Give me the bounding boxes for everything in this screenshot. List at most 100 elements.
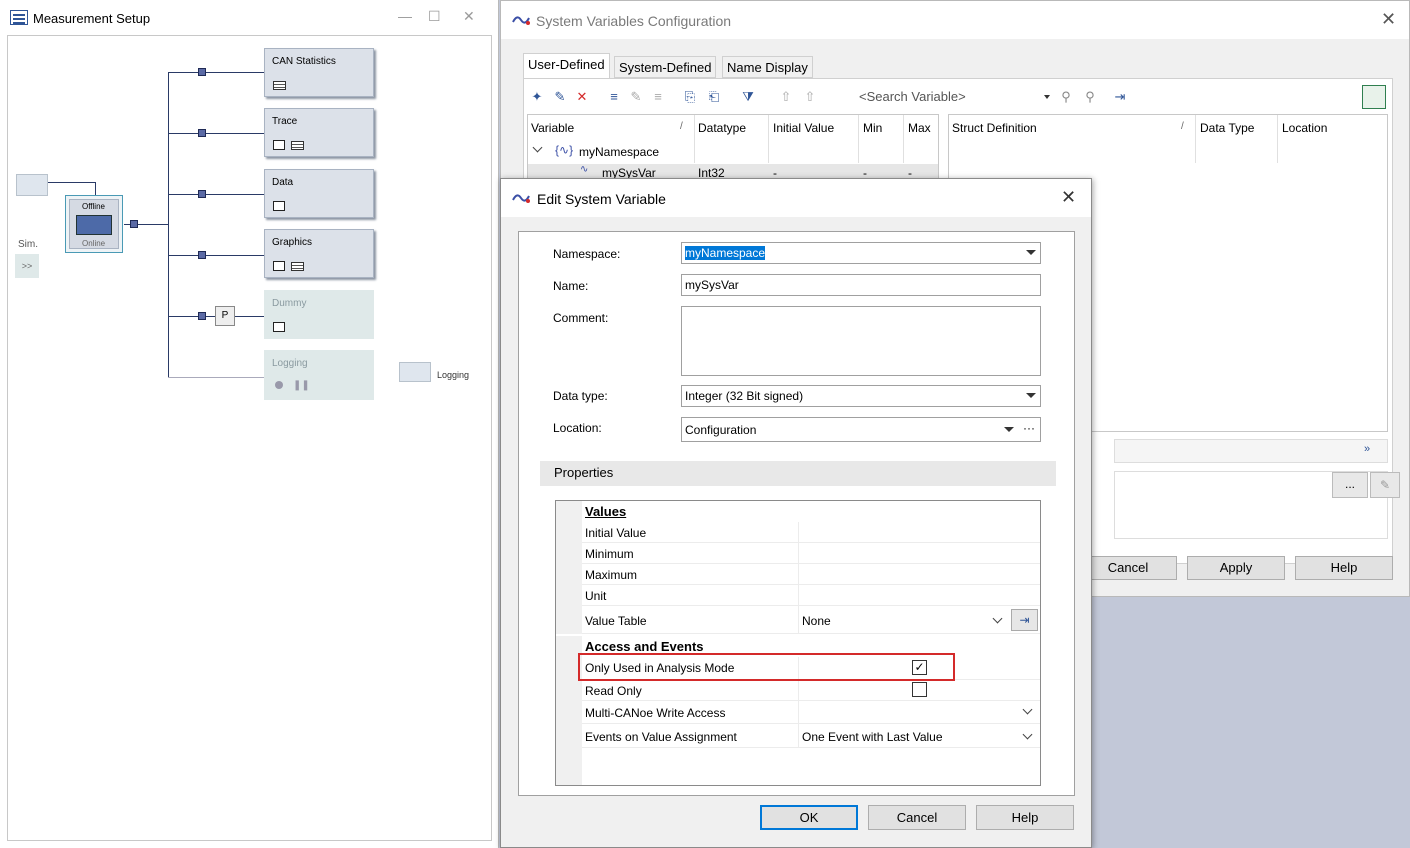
block-dummy[interactable]: Dummy [264, 290, 374, 339]
new-variable-icon[interactable]: ✦ [529, 89, 545, 105]
branch-node[interactable] [198, 190, 206, 198]
name-input[interactable]: mySysVar [681, 274, 1041, 296]
block-logging[interactable]: Logging ❚❚ [264, 350, 374, 400]
cancel-button[interactable]: Cancel [868, 805, 966, 830]
namespace-icon: {∿} [555, 143, 574, 157]
close-icon[interactable]: ✕ [463, 8, 475, 25]
location-more-button[interactable]: ··· [1023, 421, 1035, 435]
tab-user-defined[interactable]: User-Defined [523, 53, 610, 78]
chevron-down-icon[interactable] [992, 613, 1003, 624]
namespace-select[interactable]: myNamespace [681, 242, 1041, 264]
edit-struct-icon[interactable]: ✎ [628, 89, 644, 105]
properties-header: Properties [540, 461, 1056, 486]
property-grid[interactable]: Values Initial Value Minimum Maximum Uni… [555, 500, 1041, 786]
location-select[interactable]: Configuration ··· [681, 417, 1041, 442]
col-location[interactable]: Location [1282, 121, 1327, 135]
sysvar-wave-icon: ∿ [580, 164, 589, 175]
move-down-icon[interactable]: ⇧ [802, 89, 818, 105]
chevron-down-icon[interactable] [1022, 729, 1033, 740]
col-separator [768, 115, 769, 163]
value-table-goto-icon[interactable]: ⇥ [1011, 609, 1038, 631]
expand-icon[interactable] [532, 142, 543, 153]
import-icon[interactable]: ⎗ [706, 89, 722, 105]
col-max[interactable]: Max [908, 121, 931, 135]
goto-icon[interactable]: ⇥ [1112, 89, 1128, 105]
offline-online-switch[interactable]: Offline Online [65, 195, 123, 253]
delete-struct-icon[interactable]: ≡ [650, 89, 666, 105]
col-data-type[interactable]: Data Type [1200, 121, 1254, 135]
close-icon[interactable]: ✕ [1061, 187, 1076, 208]
export-icon[interactable]: ⎘ [682, 89, 698, 105]
block-graphics[interactable]: Graphics [264, 229, 374, 278]
form-frame: Namespace: myNamespace Name: mySysVar Co… [518, 231, 1075, 796]
col-initial-value[interactable]: Initial Value [773, 121, 834, 135]
find-icon[interactable]: ⚲ [1058, 89, 1074, 105]
bus-line [168, 72, 169, 378]
close-icon[interactable]: ✕ [1381, 9, 1396, 30]
collapse-icon[interactable]: » [1364, 443, 1370, 455]
category-label: Access and Events [585, 639, 704, 654]
prop-events-value-assignment[interactable]: Events on Value Assignment One Event wit… [556, 724, 1040, 748]
sim-button[interactable]: >> [15, 254, 39, 278]
ok-button[interactable]: OK [760, 805, 858, 830]
chevron-down-icon[interactable] [1022, 704, 1033, 715]
edit-variable-icon[interactable]: ✎ [552, 89, 568, 105]
switch-icon [76, 215, 112, 235]
logging-target-label: Logging [437, 370, 470, 380]
measurement-canvas[interactable]: P CAN Statistics Trace Data Graphics Dum… [7, 35, 492, 841]
prop-minimum[interactable]: Minimum [556, 543, 1040, 564]
block-can-statistics[interactable]: CAN Statistics [264, 48, 374, 97]
datatype-select[interactable]: Integer (32 Bit signed) [681, 385, 1041, 407]
branch-line [168, 255, 264, 256]
help-button[interactable]: Help [1295, 556, 1393, 580]
branch-node[interactable] [198, 312, 206, 320]
layout-toggle-icon[interactable] [1362, 85, 1386, 109]
col-variable[interactable]: Variable [531, 121, 574, 135]
filter-icon[interactable]: ⧩ [740, 89, 756, 105]
prop-initial-value[interactable]: Initial Value [556, 522, 1040, 543]
apply-button[interactable]: Apply [1187, 556, 1285, 580]
maximize-icon[interactable]: ☐ [428, 8, 441, 25]
col-min[interactable]: Min [863, 121, 882, 135]
search-dropdown-icon[interactable] [1044, 95, 1050, 99]
prop-read-only[interactable]: Read Only [556, 680, 1040, 701]
ellipsis-button[interactable]: ... [1332, 472, 1368, 498]
sysvar-wave-icon [512, 194, 530, 203]
branch-node[interactable] [198, 68, 206, 76]
comment-label: Comment: [553, 311, 609, 325]
tab-system-defined[interactable]: System-Defined [614, 56, 717, 78]
block-data[interactable]: Data [264, 169, 374, 218]
tree-namespace[interactable]: myNamespace [579, 145, 659, 159]
category-label: Values [585, 504, 627, 519]
help-button[interactable]: Help [976, 805, 1074, 830]
grid-margin [556, 748, 582, 785]
col-struct-definition[interactable]: Struct Definition [952, 121, 1037, 135]
move-up-icon[interactable]: ⇧ [778, 89, 794, 105]
find-clear-icon[interactable]: ⚲ [1082, 89, 1098, 105]
prop-unit[interactable]: Unit [556, 585, 1040, 606]
col-separator [1277, 115, 1278, 163]
branch-node[interactable] [198, 251, 206, 259]
p-block[interactable]: P [215, 306, 235, 326]
search-input[interactable]: <Search Variable> [856, 87, 1051, 107]
bus-node[interactable] [130, 220, 138, 228]
tab-name-display[interactable]: Name Display [722, 56, 813, 78]
read-only-checkbox[interactable] [912, 682, 927, 697]
cancel-button[interactable]: Cancel [1079, 556, 1177, 580]
clear-edit-icon[interactable]: ✎ [1370, 472, 1400, 498]
prop-value-table[interactable]: Value Table None ⇥ [556, 606, 1040, 634]
col-datatype[interactable]: Datatype [698, 121, 746, 135]
minimize-icon[interactable]: — [398, 8, 412, 24]
prop-multi-canoe-write[interactable]: Multi-CANoe Write Access [556, 701, 1040, 724]
window-title: System Variables Configuration [536, 13, 732, 29]
prop-maximum[interactable]: Maximum [556, 564, 1040, 585]
block-label: Graphics [272, 237, 313, 248]
new-struct-icon[interactable]: ≡ [606, 89, 622, 105]
prop-label: Events on Value Assignment [585, 730, 737, 744]
col-separator [903, 115, 904, 163]
comment-textarea[interactable] [681, 306, 1041, 376]
branch-node[interactable] [198, 129, 206, 137]
delete-icon[interactable]: ✕ [574, 89, 590, 105]
block-trace[interactable]: Trace [264, 108, 374, 157]
block-label: Trace [272, 116, 298, 127]
